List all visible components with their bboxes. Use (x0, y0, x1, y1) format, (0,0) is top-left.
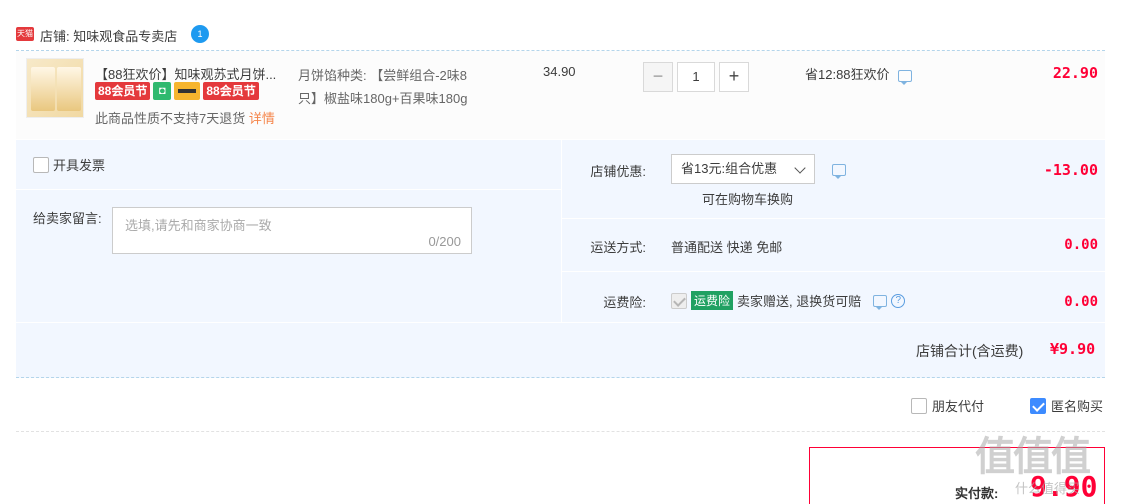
item-promotion: 省12:88狂欢价 (805, 64, 913, 85)
android-icon: ◘ (153, 82, 172, 100)
pay-for-friend-label: 朋友代付 (932, 399, 985, 414)
product-badges: 88会员节 ◘ 88会员节 (95, 82, 259, 100)
sku-line-1: 月饼馅种类: 【尝鲜组合-2味8 (298, 68, 468, 83)
quantity-input[interactable]: 1 (677, 62, 715, 92)
shop-discount-amount: -13.00 (1043, 161, 1098, 179)
insurance-option: 运费险 卖家赠送, 退换货可赔 ? (671, 291, 906, 310)
invoice-label: 开具发票 (53, 158, 106, 173)
wangwang-chat-icon[interactable]: 1 (191, 25, 209, 43)
divider (562, 271, 1105, 272)
item-total: 22.90 (1052, 64, 1098, 82)
member-festival-badge-2: 88会员节 (203, 82, 259, 100)
char-count: 0/200 (428, 234, 461, 249)
insurance-tag: 运费险 (691, 291, 734, 310)
return-policy-note: 此商品性质不支持7天退货 详情 (95, 108, 275, 127)
seller-message-placeholder: 选填,请先和商家协商一致 (125, 218, 272, 233)
unit-price: 34.90 (543, 64, 576, 79)
divider (562, 218, 1105, 219)
invoice-option[interactable]: 开具发票 (33, 155, 105, 174)
seller-message-input[interactable]: 选填,请先和商家协商一致 0/200 (112, 207, 472, 254)
shop-discount-select[interactable]: 省13元:组合优惠 (671, 154, 815, 184)
shop-discount-selected: 省13元:组合优惠 (681, 161, 778, 176)
watermark-logo: 值值值 (975, 435, 1091, 479)
increase-qty-button[interactable]: + (719, 62, 749, 92)
tmall-icon: 天猫 (16, 27, 34, 41)
divider (16, 189, 561, 190)
insurance-text: 卖家赠送, 退换货可赔 (737, 294, 862, 309)
promotion-text: 省12:88狂欢价 (805, 67, 890, 82)
pay-for-friend-option[interactable]: 朋友代付 (911, 396, 984, 415)
insurance-label: 运费险: (603, 295, 646, 310)
anonymous-purchase-option[interactable]: 匿名购买 (1030, 396, 1103, 415)
pay-for-friend-checkbox[interactable] (911, 397, 927, 414)
quantity-stepper: − 1 + (643, 62, 749, 92)
chevron-down-icon (794, 162, 806, 174)
shipping-label: 运送方式: (590, 240, 646, 255)
shop-discount-label: 店铺优惠: (590, 164, 646, 179)
message-icon[interactable] (832, 163, 846, 179)
seller-message-label: 给卖家留言: (33, 211, 102, 226)
member-festival-badge: 88会员节 (95, 82, 151, 100)
product-title[interactable]: 【88狂欢价】知味观苏式月饼... (95, 64, 276, 83)
store-name[interactable]: 店铺: 知味观食品专卖店 (40, 26, 177, 45)
watermark-text: 什么值得买 (1015, 481, 1081, 496)
actual-payment-label: 实付款: (955, 486, 999, 501)
divider (16, 322, 1105, 323)
product-thumbnail[interactable] (26, 58, 84, 118)
decrease-qty-button[interactable]: − (643, 62, 673, 92)
divider (16, 431, 1105, 432)
insurance-checkbox (671, 292, 687, 309)
anonymous-label: 匿名购买 (1051, 399, 1104, 414)
message-icon[interactable] (898, 69, 913, 85)
return-policy-text: 此商品性质不支持7天退货 (95, 111, 246, 126)
credit-card-icon (174, 82, 201, 100)
shop-discount-note: 可在购物车换购 (702, 192, 794, 207)
sku-info: 月饼馅种类: 【尝鲜组合-2味8 只】椒盐味180g+百果味180g (298, 64, 498, 110)
shipping-amount: 0.00 (1064, 237, 1098, 253)
detail-link[interactable]: 详情 (249, 111, 275, 126)
message-icon[interactable] (873, 294, 888, 310)
shipping-method: 普通配送 快递 免邮 (671, 240, 783, 255)
anonymous-checkbox[interactable] (1030, 397, 1046, 414)
help-icon[interactable]: ? (891, 293, 906, 308)
store-subtotal-label: 店铺合计(含运费) (916, 343, 1024, 359)
insurance-amount: 0.00 (1064, 294, 1098, 310)
sku-line-2: 只】椒盐味180g+百果味180g (298, 91, 468, 106)
invoice-checkbox[interactable] (33, 156, 49, 173)
store-subtotal-value: ¥9.90 (1050, 340, 1096, 358)
